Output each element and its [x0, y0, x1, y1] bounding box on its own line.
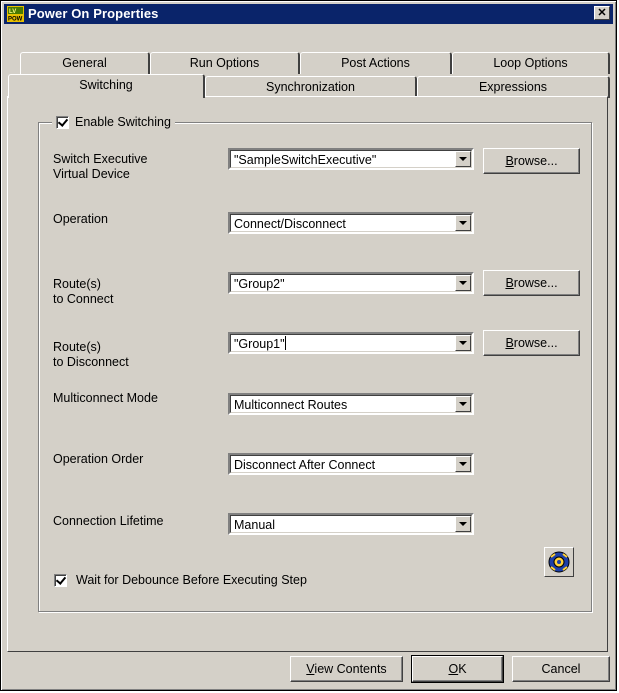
multiconnect-mode-value: Multiconnect Routes: [234, 398, 348, 412]
browse-switch-executive-button[interactable]: Browse...: [483, 148, 580, 174]
chevron-down-icon[interactable]: [455, 396, 471, 412]
operation-label: Operation: [53, 212, 108, 226]
switch-icon-button[interactable]: [544, 547, 574, 577]
routes-disconnect-label: Route(s) to Disconnect: [53, 340, 129, 369]
close-icon: ✕: [597, 7, 607, 19]
debounce-checkbox[interactable]: Wait for Debounce Before Executing Step: [54, 573, 307, 587]
svg-text:POW: POW: [8, 17, 23, 23]
switch-executive-value: "SampleSwitchExecutive": [234, 153, 377, 167]
operation-select[interactable]: Connect/Disconnect: [228, 212, 474, 234]
tab-general[interactable]: General: [20, 52, 150, 74]
title-bar[interactable]: LV POW Power On Properties ✕: [4, 4, 613, 24]
chevron-down-icon[interactable]: [455, 335, 471, 351]
operation-value: Connect/Disconnect: [234, 217, 346, 231]
enable-switching-label: Enable Switching: [75, 115, 171, 129]
routes-disconnect-field[interactable]: "Group1": [228, 332, 474, 354]
view-contents-button[interactable]: View Contents: [290, 656, 403, 682]
cancel-button[interactable]: Cancel: [512, 656, 610, 682]
multiconnect-mode-select[interactable]: Multiconnect Routes: [228, 393, 474, 415]
browse-routes-disconnect-button[interactable]: Browse...: [483, 330, 580, 356]
connection-lifetime-label: Connection Lifetime: [53, 514, 164, 528]
operation-order-label: Operation Order: [53, 452, 144, 466]
tab-loop-options[interactable]: Loop Options: [452, 52, 610, 74]
connection-lifetime-select[interactable]: Manual: [228, 513, 474, 535]
tab-run-options[interactable]: Run Options: [150, 52, 300, 74]
enable-switching-check-icon[interactable]: [56, 115, 69, 129]
routes-connect-value: "Group2": [234, 277, 285, 291]
routes-connect-field[interactable]: "Group2": [228, 272, 474, 294]
close-button[interactable]: ✕: [594, 6, 610, 20]
tab-switching[interactable]: Switching: [8, 74, 205, 98]
chevron-down-icon[interactable]: [455, 516, 471, 532]
operation-order-select[interactable]: Disconnect After Connect: [228, 453, 474, 475]
chevron-down-icon[interactable]: [455, 275, 471, 291]
app-icon: LV POW: [7, 6, 24, 22]
switch-executive-field[interactable]: "SampleSwitchExecutive": [228, 148, 474, 170]
ok-button[interactable]: OK: [411, 655, 504, 683]
tab-expressions[interactable]: Expressions: [417, 76, 610, 98]
operation-order-value: Disconnect After Connect: [234, 458, 376, 472]
text-caret: [284, 336, 286, 350]
connection-lifetime-value: Manual: [234, 518, 275, 532]
debounce-check-icon[interactable]: [54, 573, 67, 587]
window-title: Power On Properties: [28, 6, 159, 21]
chevron-down-icon[interactable]: [455, 151, 471, 167]
chevron-down-icon[interactable]: [455, 215, 471, 231]
svg-text:LV: LV: [9, 9, 16, 15]
switch-gear-icon: [548, 551, 570, 573]
enable-switching-checkbox[interactable]: Enable Switching: [52, 114, 175, 130]
routes-disconnect-value: "Group1": [234, 336, 286, 351]
chevron-down-icon[interactable]: [455, 456, 471, 472]
multiconnect-mode-label: Multiconnect Mode: [53, 391, 158, 405]
browse-routes-connect-button[interactable]: Browse...: [483, 270, 580, 296]
routes-connect-label: Route(s) to Connect: [53, 277, 114, 306]
tab-post-actions[interactable]: Post Actions: [300, 52, 452, 74]
tab-synchronization[interactable]: Synchronization: [205, 76, 417, 98]
switch-executive-label: Switch Executive Virtual Device: [53, 152, 148, 181]
debounce-label: Wait for Debounce Before Executing Step: [76, 573, 307, 587]
